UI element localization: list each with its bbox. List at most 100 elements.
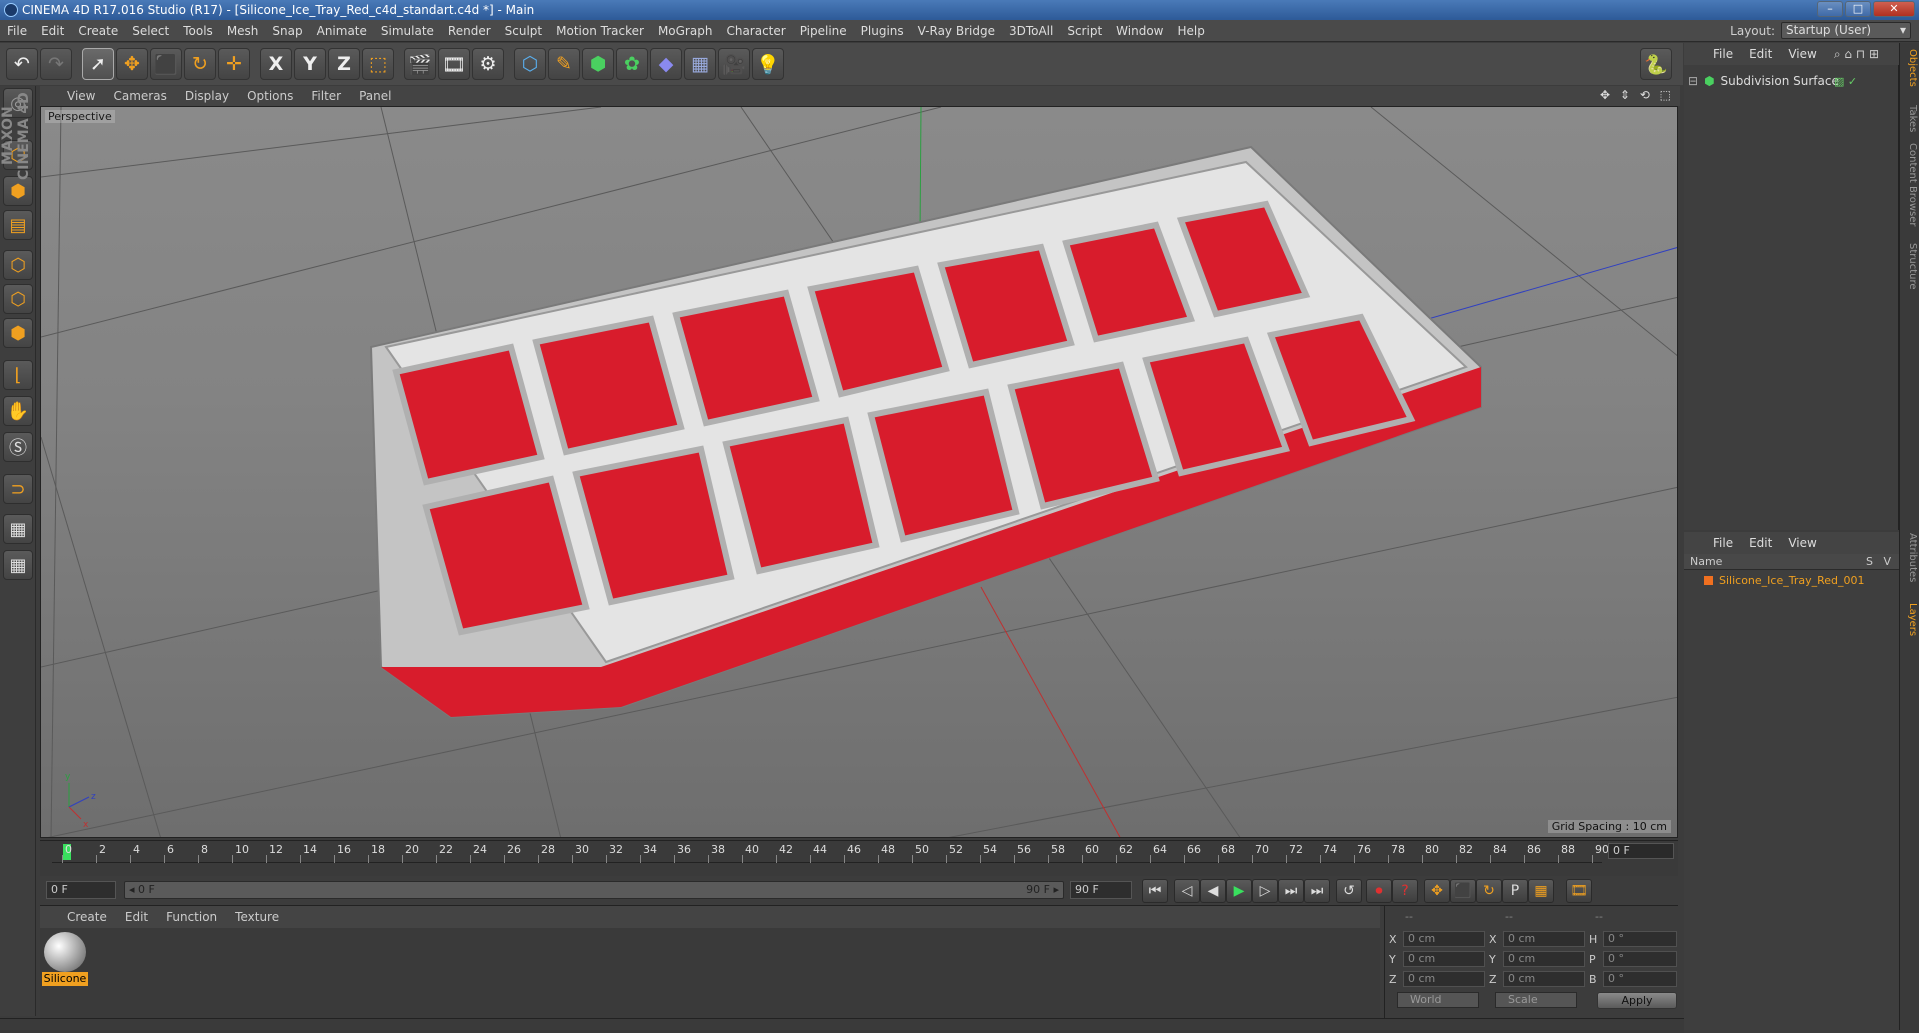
object-manager-search-icon[interactable]: ⌕ ⌂ ⊓ ⊞ [1834,47,1879,62]
menu-mograph[interactable]: MoGraph [651,24,720,38]
viewport-menu-filter[interactable]: Filter [304,89,348,103]
edges-mode-icon[interactable]: ⬡ [3,284,33,314]
coordinate-mode-select[interactable]: Scale [1495,992,1577,1008]
object-menu-view[interactable]: View [1781,47,1823,61]
timeline-ruler[interactable]: 0 2 4 6 8 10 12 14 16 18 20 22 24 26 28 30 32 34 36 38 40 42 4… [52,841,1609,863]
tab-takes[interactable]: Takes [1902,105,1918,132]
viewport-menu-options[interactable]: Options [240,89,300,103]
position-z-field[interactable]: 0 cm [1403,971,1485,987]
light-icon[interactable]: 💡 [752,48,784,80]
timeline-window-icon[interactable]: 🎞 [1566,879,1592,903]
rotation-p-field[interactable]: 0 ° [1603,951,1677,967]
rotation-b-field[interactable]: 0 ° [1603,971,1677,987]
autokey-icon[interactable]: ? [1392,879,1418,903]
position-x-field[interactable]: 0 cm [1403,931,1485,947]
menu-character[interactable]: Character [719,24,792,38]
tweak-mode-icon[interactable]: ✋ [3,396,33,426]
menu-render[interactable]: Render [441,24,498,38]
viewport-navigation-icons[interactable]: ✥ ⇕ ⟲ ⬚ [1600,88,1674,102]
size-x-field[interactable]: 0 cm [1503,931,1585,947]
current-frame-field[interactable]: 0 F [46,881,116,899]
array-icon[interactable]: ✿ [616,48,648,80]
deformer-icon[interactable]: ◆ [650,48,682,80]
key-position-icon[interactable]: ✥ [1424,879,1450,903]
workplane-mode-icon[interactable]: ▤ [3,210,33,240]
frame-range-slider[interactable]: ◂ 0 F 90 F ▸ [124,881,1064,899]
key-parameter-icon[interactable]: P [1502,879,1528,903]
scale-icon[interactable]: ⬛ [150,48,182,80]
select-arrow-icon[interactable]: ➚ [82,48,114,80]
locked-workplane-icon[interactable]: ▦ [3,550,33,580]
menu-edit[interactable]: Edit [34,24,71,38]
move-icon[interactable]: ✥ [116,48,148,80]
z-axis-icon[interactable]: Z [328,48,360,80]
go-to-start-icon[interactable]: ⏮ [1142,879,1168,903]
coordinate-space-select[interactable]: World [1397,992,1479,1008]
live-select-icon[interactable]: ✛ [218,48,250,80]
object-menu-file[interactable]: File [1706,47,1740,61]
cube-icon[interactable]: ⬡ [514,48,546,80]
rotation-h-field[interactable]: 0 ° [1603,931,1677,947]
y-axis-icon[interactable]: Y [294,48,326,80]
apply-button[interactable]: Apply [1597,992,1677,1009]
tab-structure[interactable]: Structure [1902,243,1918,290]
edit-render-settings-icon[interactable]: ⚙ [472,48,504,80]
menu-script[interactable]: Script [1060,24,1109,38]
record-icon[interactable]: ⏺ [1366,879,1392,903]
tab-attributes[interactable]: Attributes [1902,533,1918,582]
menu-tools[interactable]: Tools [176,24,220,38]
polygons-mode-icon[interactable]: ⬢ [3,318,33,348]
next-frame-icon[interactable]: ▷ [1252,879,1278,903]
magnet-icon[interactable]: ⊃ [3,474,33,504]
snap-icon[interactable]: Ⓢ [3,432,33,462]
workplane-lock-icon[interactable]: ▦ [3,514,33,544]
menu-window[interactable]: Window [1109,24,1170,38]
material-menu-function[interactable]: Function [159,910,224,924]
next-keyframe-icon[interactable]: ⏭ [1278,879,1304,903]
render-view-icon[interactable]: 🎬 [404,48,436,80]
position-y-field[interactable]: 0 cm [1403,951,1485,967]
end-frame-field[interactable]: 90 F [1070,881,1132,899]
axis-mode-icon[interactable]: ⌊ [3,360,33,390]
object-row-subdivision-surface[interactable]: ⊟ ⬢ Subdivision Surface [1688,74,1839,88]
viewport-menu-view[interactable]: View [60,89,102,103]
key-scale-icon[interactable]: ⬛ [1450,879,1476,903]
size-z-field[interactable]: 0 cm [1503,971,1585,987]
menu-mesh[interactable]: Mesh [220,24,266,38]
menu-simulate[interactable]: Simulate [374,24,441,38]
object-visibility-checks-icon[interactable]: ▨ ✓ [1834,75,1864,89]
camera-icon[interactable]: 🎥 [718,48,750,80]
material-menu-edit[interactable]: Edit [118,910,155,924]
play-forward-icon[interactable]: ▶ [1226,879,1252,903]
close-button[interactable]: ✕ [1873,1,1915,17]
perspective-viewport[interactable]: y z x Perspective Grid Spacing : 10 cm [40,106,1678,838]
key-pla-icon[interactable]: ▦ [1528,879,1554,903]
previous-frame-icon[interactable]: ◀ [1200,879,1226,903]
object-menu-edit[interactable]: Edit [1742,47,1779,61]
redo-icon[interactable]: ↷ [40,48,72,80]
loop-icon[interactable]: ↺ [1336,879,1362,903]
x-axis-icon[interactable]: X [260,48,292,80]
menu-pipeline[interactable]: Pipeline [793,24,854,38]
menu-plugins[interactable]: Plugins [854,24,911,38]
menu-motion-tracker[interactable]: Motion Tracker [549,24,651,38]
menu-help[interactable]: Help [1170,24,1211,38]
size-y-field[interactable]: 0 cm [1503,951,1585,967]
layer-row[interactable]: Silicone_Ice_Tray_Red_001 [1704,574,1865,587]
menu-file[interactable]: File [0,24,34,38]
undo-icon[interactable]: ↶ [6,48,38,80]
pen-spline-icon[interactable]: ✎ [548,48,580,80]
menu-sculpt[interactable]: Sculpt [498,24,549,38]
viewport-menu-display[interactable]: Display [178,89,236,103]
timeline[interactable]: 0 2 4 6 8 10 12 14 16 18 20 22 24 26 28 30 32 34 36 38 40 42 4… [40,840,1678,876]
viewport-menu-panel[interactable]: Panel [352,89,398,103]
points-mode-icon[interactable]: ⬡ [3,250,33,280]
material-menu-create[interactable]: Create [60,910,114,924]
menu-3dtoall[interactable]: 3DToAll [1002,24,1060,38]
layer-menu-file[interactable]: File [1706,536,1740,550]
tab-layers[interactable]: Layers [1902,603,1918,636]
tab-objects[interactable]: Objects [1902,49,1918,87]
menu-vray-bridge[interactable]: V-Ray Bridge [911,24,1002,38]
layout-select[interactable]: Startup (User) [1781,22,1911,39]
previous-keyframe-icon[interactable]: ◁ [1174,879,1200,903]
